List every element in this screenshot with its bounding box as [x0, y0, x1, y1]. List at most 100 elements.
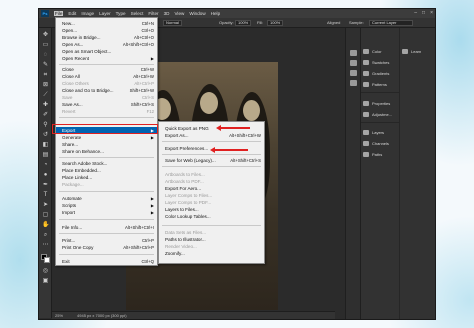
menu-item-print[interactable]: Print... Ctrl+P: [56, 237, 157, 244]
menu-item-revert[interactable]: Revert F12: [56, 108, 157, 115]
opacity-label: Opacity:: [219, 20, 234, 25]
pen-tool-icon[interactable]: ✒: [42, 182, 49, 189]
history-panel-icon[interactable]: [350, 50, 357, 56]
healing-brush-tool-icon[interactable]: ✚: [42, 102, 49, 109]
menu-item-render-video[interactable]: Render Video...: [159, 243, 264, 250]
menu-item-save[interactable]: Save Ctrl+S: [56, 94, 157, 101]
menu-item-layer-comps-to-files[interactable]: Layer Comps to Files...: [159, 192, 264, 199]
menu-item-close-others[interactable]: Close Others Alt+Ctrl+P: [56, 80, 157, 87]
menu-item-file-info[interactable]: File Info... Alt+Shift+Ctrl+I: [56, 224, 157, 231]
menu-item-automate[interactable]: Automate ▶: [56, 195, 157, 202]
more-tools-icon[interactable]: ⋯: [42, 242, 49, 249]
menu-item-data-sets-as-files[interactable]: Data Sets as Files...: [159, 229, 264, 236]
frame-tool-icon[interactable]: ⊠: [42, 82, 49, 89]
channels-panel-tab[interactable]: Channels: [363, 141, 389, 146]
learn-panel-tab[interactable]: Learn: [402, 49, 421, 54]
aligned-checkbox-label[interactable]: Aligned: [327, 20, 340, 25]
layers-panel-tab[interactable]: Layers: [363, 130, 384, 135]
sample-select[interactable]: Current Layer: [369, 20, 413, 26]
actions-panel-icon[interactable]: [350, 60, 357, 66]
marquee-tool-icon[interactable]: ▭: [42, 42, 49, 49]
minimize-icon[interactable]: –: [414, 10, 417, 16]
gradient-tool-icon[interactable]: ▤: [42, 152, 49, 159]
menu-item-exit[interactable]: Exit Ctrl+Q: [56, 258, 157, 265]
menu-item-artboards-to-pdf[interactable]: Artboards to PDF...: [159, 178, 264, 185]
background-color-swatch[interactable]: [44, 257, 50, 263]
menu-item-layers-to-files[interactable]: Layers to Files...: [159, 206, 264, 213]
menu-item-export-for-aero[interactable]: Export For Aero...: [159, 185, 264, 192]
dodge-tool-icon[interactable]: ●: [42, 172, 49, 179]
eyedropper-tool-icon[interactable]: ⟋: [42, 92, 49, 99]
menu-item-export-as[interactable]: Export As... Alt+Shift+Ctrl+W: [159, 132, 264, 139]
menu-item-artboards-to-files[interactable]: Artboards to Files...: [159, 171, 264, 178]
mode-select[interactable]: Normal: [163, 20, 182, 26]
menu-item-save-for-web-legacy[interactable]: Save for Web (Legacy)... Alt+Shift+Ctrl+S: [159, 157, 264, 164]
menu-item-place-embedded[interactable]: Place Embedded...: [56, 167, 157, 174]
menu-item-open-as[interactable]: Open As... Alt+Shift+Ctrl+O: [56, 41, 157, 48]
menu-item-new[interactable]: New... Ctrl+N: [56, 20, 157, 27]
menu-window[interactable]: Window: [189, 11, 205, 16]
menu-item-browse-in-bridge[interactable]: Browse in Bridge... Alt+Ctrl+O: [56, 34, 157, 41]
menu-view[interactable]: View: [174, 11, 184, 16]
menu-help[interactable]: Help: [211, 11, 220, 16]
menu-item-generate[interactable]: Generate ▶: [56, 134, 157, 141]
adjustments-panel-tab[interactable]: Adjustme...: [363, 112, 392, 117]
opacity-field[interactable]: 100%: [235, 20, 252, 26]
menu-layer[interactable]: Layer: [99, 11, 111, 16]
hand-tool-icon[interactable]: ✋: [42, 222, 49, 229]
menu-image[interactable]: Image: [81, 11, 94, 16]
menu-select[interactable]: Select: [131, 11, 144, 16]
menu-item-print-one-copy[interactable]: Print One Copy Alt+Shift+Ctrl+P: [56, 244, 157, 251]
path-select-tool-icon[interactable]: ➤: [42, 202, 49, 209]
menu-edit[interactable]: Edit: [68, 11, 76, 16]
menu-item-scripts[interactable]: Scripts ▶: [56, 202, 157, 209]
menu-item-layer-comps-to-pdf[interactable]: Layer Comps to PDF...: [159, 199, 264, 206]
swatches-panel-tab[interactable]: Swatches: [363, 60, 389, 65]
color-panel-tab[interactable]: Color: [363, 49, 382, 54]
menu-item-close[interactable]: Close Ctrl+W: [56, 66, 157, 73]
type-tool-icon[interactable]: T: [42, 192, 49, 199]
properties-panel-tab[interactable]: Properties: [363, 101, 390, 106]
fill-field[interactable]: 100%: [267, 20, 284, 26]
character-panel-icon[interactable]: [350, 80, 357, 86]
quick-select-tool-icon[interactable]: ✎: [42, 62, 49, 69]
menu-item-open-as-smart-object[interactable]: Open as Smart Object...: [56, 48, 157, 55]
menu-item-label: Save As...: [62, 102, 83, 107]
menu-item-paths-to-illustrator[interactable]: Paths to Illustrator...: [159, 236, 264, 243]
history-brush-tool-icon[interactable]: ↺: [42, 132, 49, 139]
brush-tool-icon[interactable]: ✐: [42, 112, 49, 119]
blur-tool-icon[interactable]: ◔: [42, 162, 49, 169]
crop-tool-icon[interactable]: ⌗: [42, 72, 49, 79]
brush-settings-panel-icon[interactable]: [350, 70, 357, 76]
paths-panel-tab[interactable]: Paths: [363, 152, 382, 157]
zoom-tool-icon[interactable]: ⌕: [42, 232, 49, 239]
menu-item-save-as[interactable]: Save As... Shift+Ctrl+S: [56, 101, 157, 108]
menu-item-close-and-go-to-bridge[interactable]: Close and Go to Bridge... Shift+Ctrl+W: [56, 87, 157, 94]
menu-file[interactable]: File: [54, 11, 64, 16]
maximize-icon[interactable]: □: [422, 10, 425, 16]
menu-3d[interactable]: 3D: [164, 11, 170, 16]
menu-type[interactable]: Type: [116, 11, 126, 16]
lasso-tool-icon[interactable]: ◌: [42, 52, 49, 59]
patterns-panel-tab[interactable]: Patterns: [363, 82, 387, 87]
menu-filter[interactable]: Filter: [148, 11, 158, 16]
menu-item-share[interactable]: Share...: [56, 141, 157, 148]
gradients-panel-tab[interactable]: Gradients: [363, 71, 389, 76]
menu-item-color-lookup-tables[interactable]: Color Lookup Tables...: [159, 213, 264, 220]
quick-mask-icon[interactable]: ◎: [42, 268, 49, 275]
close-icon[interactable]: ×: [430, 10, 433, 16]
move-tool-icon[interactable]: ✥: [42, 32, 49, 39]
menu-item-package[interactable]: Package...: [56, 181, 157, 188]
menu-item-share-on-behance[interactable]: Share on Behance...: [56, 148, 157, 155]
menu-item-place-linked[interactable]: Place Linked...: [56, 174, 157, 181]
menu-item-open-recent[interactable]: Open Recent ▶: [56, 55, 157, 62]
menu-item-search-adobe-stock[interactable]: Search Adobe Stock...: [56, 160, 157, 167]
menu-item-open[interactable]: Open... Ctrl+O: [56, 27, 157, 34]
menu-item-import[interactable]: Import ▶: [56, 209, 157, 216]
clone-stamp-tool-icon[interactable]: ⚲: [42, 122, 49, 129]
screen-mode-icon[interactable]: ▣: [42, 278, 49, 285]
shape-tool-icon[interactable]: ▢: [42, 212, 49, 219]
menu-item-zoomify[interactable]: Zoomify...: [159, 250, 264, 257]
menu-item-close-all[interactable]: Close All Alt+Ctrl+W: [56, 73, 157, 80]
eraser-tool-icon[interactable]: ◧: [42, 142, 49, 149]
